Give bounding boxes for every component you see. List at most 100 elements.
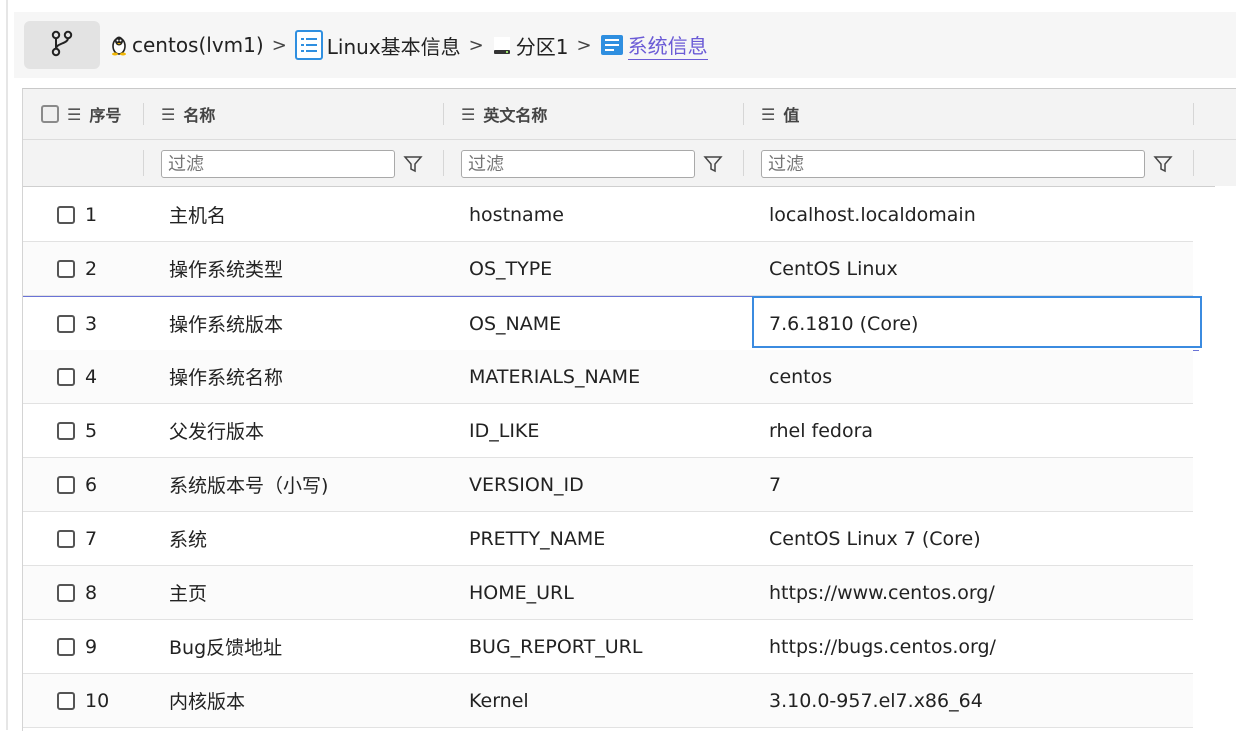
filter-icon[interactable]	[1153, 154, 1173, 178]
table-right-gutter	[1215, 186, 1236, 731]
filter-row	[23, 140, 1236, 187]
row-english[interactable]: hostname	[469, 188, 564, 241]
row-value[interactable]: rhel fedora	[769, 404, 873, 457]
row-value[interactable]: CentOS Linux	[769, 242, 898, 295]
filter-icon[interactable]	[403, 154, 423, 178]
row-checkbox[interactable]	[57, 691, 75, 710]
row-index: 4	[85, 365, 98, 388]
branch-icon	[50, 29, 74, 61]
filter-input-value[interactable]	[761, 150, 1145, 178]
column-divider[interactable]	[743, 103, 744, 125]
column-divider	[143, 150, 144, 176]
row-name[interactable]: 系统	[169, 512, 207, 565]
row-checkbox[interactable]	[57, 205, 75, 224]
row-english[interactable]: HOME_URL	[469, 566, 574, 619]
row-english[interactable]: BUG_REPORT_URL	[469, 620, 642, 673]
row-english[interactable]: OS_NAME	[469, 297, 561, 350]
table-row[interactable]: 7 系统 PRETTY_NAME CentOS Linux 7 (Core)	[23, 512, 1193, 566]
row-value[interactable]: https://bugs.centos.org/	[769, 620, 996, 673]
row-index: 7	[85, 527, 98, 550]
row-name[interactable]: 操作系统版本	[169, 297, 283, 350]
breadcrumb-separator: >	[576, 34, 592, 56]
row-checkbox[interactable]	[57, 475, 75, 494]
table-row[interactable]: 8 主页 HOME_URL https://www.centos.org/	[23, 566, 1193, 620]
column-divider[interactable]	[1193, 103, 1194, 125]
row-index: 8	[85, 581, 98, 604]
table-row[interactable]: 9 Bug反馈地址 BUG_REPORT_URL https://bugs.ce…	[23, 620, 1193, 674]
filter-input-english[interactable]	[461, 150, 695, 178]
header-value[interactable]: ☰ 值	[761, 89, 799, 139]
row-checkbox[interactable]	[57, 314, 75, 333]
left-edge	[0, 0, 8, 730]
table-row[interactable]: 5 父发行版本 ID_LIKE rhel fedora	[23, 404, 1193, 458]
info-table: ☰ 序号 ☰ 名称 ☰ 英文名称 ☰ 值 过滤 过滤 过滤 1 主机名 host…	[22, 88, 1236, 731]
row-name[interactable]: 父发行版本	[169, 404, 264, 457]
breadcrumb-item-linux-info[interactable]: Linux基本信息	[294, 30, 461, 60]
row-value[interactable]: localhost.localdomain	[769, 188, 976, 241]
row-checkbox[interactable]	[57, 529, 75, 548]
breadcrumb-item-host[interactable]: centos(lvm1)	[110, 33, 264, 57]
row-checkbox[interactable]	[57, 637, 75, 656]
row-english[interactable]: Kernel	[469, 674, 529, 727]
column-menu-icon[interactable]: ☰	[761, 105, 775, 124]
row-index: 3	[85, 312, 98, 335]
row-name[interactable]: 操作系统名称	[169, 350, 283, 403]
header-value-label: 值	[783, 106, 800, 125]
row-index: 2	[85, 257, 98, 280]
row-name[interactable]: 内核版本	[169, 674, 245, 727]
breadcrumb-label-linux-info: Linux基本信息	[326, 34, 461, 59]
row-value[interactable]: 7	[769, 458, 781, 511]
row-index: 10	[85, 689, 110, 712]
header-index[interactable]: ☰ 序号	[41, 89, 121, 139]
table-row[interactable]: 1 主机名 hostname localhost.localdomain	[23, 188, 1193, 242]
row-english[interactable]: OS_TYPE	[469, 242, 552, 295]
disk-icon	[492, 34, 512, 56]
row-name[interactable]: 主机名	[169, 188, 226, 241]
breadcrumb-item-system-info[interactable]: 系统信息	[600, 30, 708, 60]
table-row[interactable]: 4 操作系统名称 MATERIALS_NAME centos	[23, 350, 1193, 404]
row-checkbox[interactable]	[57, 367, 75, 386]
row-value[interactable]: centos	[769, 350, 832, 403]
breadcrumb-label-system-info: 系统信息	[627, 30, 708, 60]
row-english[interactable]: VERSION_ID	[469, 458, 584, 511]
row-name[interactable]: 主页	[169, 566, 207, 619]
row-english[interactable]: PRETTY_NAME	[469, 512, 605, 565]
table-row[interactable]: 10 内核版本 Kernel 3.10.0-957.el7.x86_64	[23, 674, 1193, 728]
row-checkbox[interactable]	[57, 583, 75, 602]
row-value[interactable]: https://www.centos.org/	[769, 566, 995, 619]
column-menu-icon[interactable]: ☰	[67, 105, 81, 124]
breadcrumb: centos(lvm1) > Linux基本信息 > 分区1 > 系统信息	[110, 30, 708, 60]
header-name[interactable]: ☰ 名称	[161, 89, 215, 139]
breadcrumb-item-partition[interactable]: 分区1	[492, 31, 569, 60]
breadcrumb-label-partition: 分区1	[515, 34, 569, 59]
row-name[interactable]: 操作系统类型	[169, 242, 283, 295]
row-name[interactable]: 系统版本号（小写)	[169, 458, 328, 511]
linux-penguin-icon	[110, 34, 128, 56]
header-english-label: 英文名称	[483, 106, 548, 125]
column-divider	[1193, 150, 1194, 176]
branch-button[interactable]	[24, 21, 100, 69]
header-english[interactable]: ☰ 英文名称	[461, 89, 547, 139]
row-name[interactable]: Bug反馈地址	[169, 620, 282, 673]
table-row[interactable]: 2 操作系统类型 OS_TYPE CentOS Linux	[23, 242, 1193, 296]
row-value[interactable]: CentOS Linux 7 (Core)	[769, 512, 981, 565]
column-menu-icon[interactable]: ☰	[461, 105, 475, 124]
breadcrumb-separator: >	[468, 34, 484, 56]
column-divider[interactable]	[443, 103, 444, 125]
row-index: 1	[85, 203, 98, 226]
table-row-selected[interactable]: 3 操作系统版本 OS_NAME 7.6.1810 (Core)	[23, 296, 1202, 351]
table-header: ☰ 序号 ☰ 名称 ☰ 英文名称 ☰ 值	[23, 89, 1236, 140]
row-index: 9	[85, 635, 98, 658]
column-divider[interactable]	[143, 103, 144, 125]
filter-icon[interactable]	[703, 154, 723, 178]
select-all-checkbox[interactable]	[41, 105, 59, 123]
row-english[interactable]: MATERIALS_NAME	[469, 350, 640, 403]
row-checkbox[interactable]	[57, 259, 75, 278]
row-value[interactable]: 7.6.1810 (Core)	[769, 297, 918, 350]
row-value[interactable]: 3.10.0-957.el7.x86_64	[769, 674, 983, 727]
row-english[interactable]: ID_LIKE	[469, 404, 539, 457]
filter-input-name[interactable]	[161, 150, 395, 178]
table-row[interactable]: 6 系统版本号（小写) VERSION_ID 7	[23, 458, 1193, 512]
column-menu-icon[interactable]: ☰	[161, 105, 175, 124]
row-checkbox[interactable]	[57, 421, 75, 440]
